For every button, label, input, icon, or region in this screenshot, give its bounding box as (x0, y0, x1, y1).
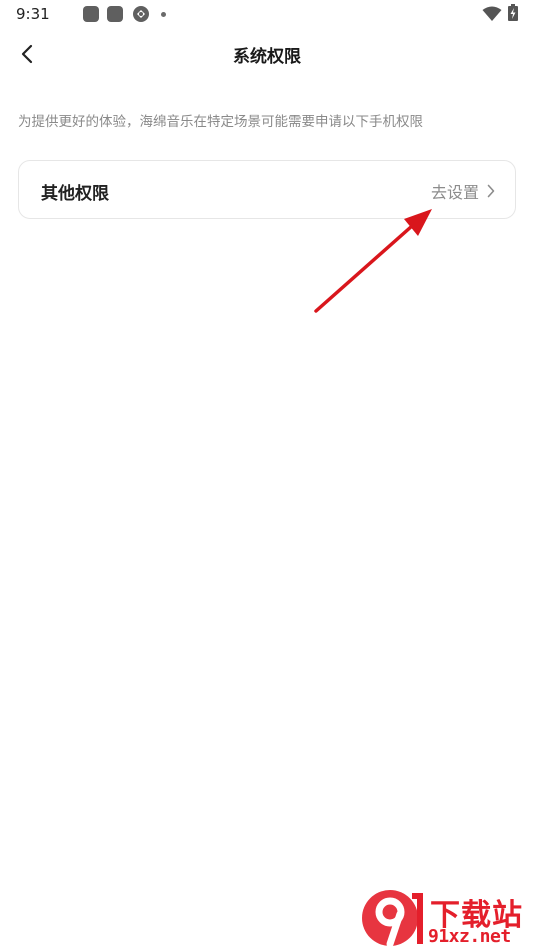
annotation-arrow (314, 209, 432, 313)
status-bar: 9:31 (0, 0, 534, 28)
permission-label: 其他权限 (41, 184, 109, 204)
wifi-icon (482, 6, 502, 21)
app-notification-icon (83, 6, 99, 22)
other-permissions-item[interactable]: 其他权限 去设置 (18, 160, 516, 219)
status-time: 9:31 (16, 5, 50, 23)
chevron-right-icon (487, 184, 495, 198)
sync-icon (133, 6, 149, 22)
app-notification-icon (107, 6, 123, 22)
watermark: 下载站 91xz.net (360, 886, 534, 950)
more-dot-icon (161, 12, 166, 17)
battery-icon (508, 4, 518, 21)
watermark-url: 91xz.net (428, 926, 511, 947)
go-settings-button[interactable]: 去设置 (431, 179, 495, 203)
go-settings-label: 去设置 (430, 183, 479, 202)
permission-description: 为提供更好的体验，海绵音乐在特定场景可能需要申请以下手机权限 (18, 114, 423, 130)
page-title: 系统权限 (233, 47, 301, 67)
watermark-logo (362, 890, 423, 948)
header: 系统权限 (0, 28, 534, 80)
